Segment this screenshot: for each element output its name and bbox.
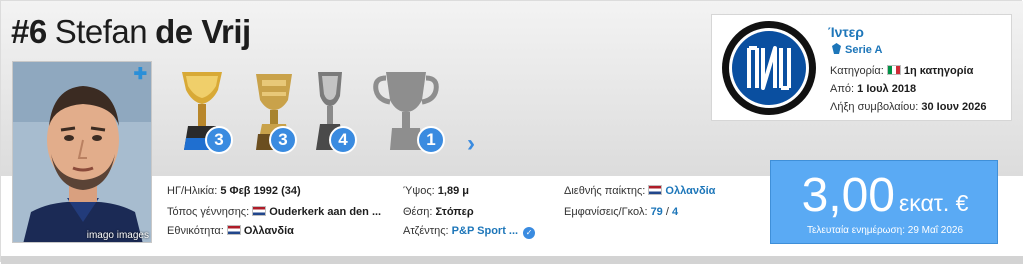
- netherlands-flag-icon: [648, 185, 663, 195]
- league-link[interactable]: Serie A: [832, 43, 883, 56]
- club-since-row: Από: 1 Ιουλ 2018: [830, 83, 916, 95]
- birthplace-label: Τόπος γέννησης:: [167, 206, 250, 218]
- league-name: Serie A: [845, 44, 883, 56]
- dob-row: ΗΓ/Ηλικία: 5 Φεβ 1992 (34): [167, 185, 301, 197]
- trophy-league[interactable]: 3: [172, 68, 242, 158]
- player-photo[interactable]: ✚ imago images: [12, 61, 152, 243]
- trophy-count-badge: 3: [269, 126, 297, 154]
- since-label: Από:: [830, 83, 855, 95]
- market-value-box[interactable]: 3,00 εκατ. € Τελευταία ενημέρωση: 29 Μαΐ …: [770, 160, 998, 244]
- agent-link[interactable]: P&P Sport ...: [452, 225, 518, 237]
- international-label: Διεθνής παίκτης:: [564, 185, 646, 197]
- since-value: 1 Ιουλ 2018: [857, 83, 917, 95]
- nationality-label: Εθνικότητα:: [167, 225, 224, 237]
- agent-row: Ατζέντης: P&P Sport ... ✓: [403, 225, 536, 239]
- nationality-row: Εθνικότητα: Ολλανδία: [167, 225, 294, 237]
- player-last-name: de Vrij: [155, 13, 251, 50]
- trophy-count-badge: 3: [205, 126, 233, 154]
- goals-link[interactable]: 4: [672, 206, 678, 218]
- nationality-value: Ολλανδία: [243, 225, 294, 237]
- position-label: Θέση:: [403, 206, 433, 218]
- player-name-heading: #6 Stefan de Vrij: [11, 12, 251, 52]
- inter-logo-icon[interactable]: [721, 20, 817, 116]
- trophy-count-badge: 1: [417, 126, 445, 154]
- club-info-box: Ίντερ Serie A Κατηγορία: 1η κατηγορία Απ…: [711, 14, 1012, 121]
- market-value-unit: εκατ. €: [898, 190, 969, 216]
- header-bottom-edge: [1, 256, 1023, 264]
- dob-value: 5 Φεβ 1992 (34): [220, 185, 301, 197]
- height-label: Ύψος:: [403, 185, 435, 197]
- international-row: Διεθνής παίκτης: Ολλανδία: [564, 185, 715, 197]
- dob-label: ΗΓ/Ηλικία:: [167, 185, 218, 197]
- player-portrait-image: [13, 62, 151, 242]
- international-team-link[interactable]: Ολλανδία: [665, 185, 715, 197]
- contract-label: Λήξη συμβολαίου:: [830, 101, 919, 113]
- shirt-number: #6: [11, 13, 47, 50]
- serie-a-icon: [832, 43, 841, 54]
- contract-value: 30 Ιουν 2026: [921, 101, 987, 113]
- caps-goals-label: Εμφανίσεις/Γκολ:: [564, 206, 648, 218]
- trophies-next-chevron-icon[interactable]: ›: [467, 130, 475, 158]
- club-name-link[interactable]: Ίντερ: [828, 24, 864, 40]
- trophy-generic[interactable]: 1: [372, 68, 445, 158]
- market-value-updated: Τελευταία ενημέρωση: 29 Μαΐ 2026: [806, 225, 964, 236]
- height-value: 1,89 μ: [437, 185, 469, 197]
- market-value-display: 3,00 εκατ. €: [771, 167, 999, 225]
- caps-goals-row: Εμφανίσεις/Γκολ: 79 / 4: [564, 206, 678, 218]
- position-value: Στόπερ: [435, 206, 474, 218]
- photo-expand-icon[interactable]: ✚: [134, 64, 147, 84]
- agent-label: Ατζέντης:: [403, 225, 449, 237]
- category-value: 1η κατηγορία: [903, 65, 974, 77]
- netherlands-flag-icon: [226, 225, 241, 235]
- height-row: Ύψος: 1,89 μ: [403, 185, 469, 197]
- photo-credit: imago images: [86, 230, 149, 241]
- club-contract-row: Λήξη συμβολαίου: 30 Ιουν 2026: [830, 101, 986, 113]
- club-category-row: Κατηγορία: 1η κατηγορία: [830, 65, 973, 77]
- category-label: Κατηγορία:: [830, 65, 884, 77]
- italy-flag-icon: [886, 65, 901, 75]
- market-value-amount: 3,00: [801, 169, 895, 222]
- trophy-supercup[interactable]: 4: [310, 68, 380, 158]
- caps-link[interactable]: 79: [651, 206, 663, 218]
- position-row: Θέση: Στόπερ: [403, 206, 474, 218]
- netherlands-flag-icon: [252, 206, 267, 216]
- birthplace-value: Ouderkerk aan den ...: [269, 206, 382, 218]
- caps-goals-separator: /: [662, 206, 672, 218]
- verified-check-icon: ✓: [523, 227, 536, 239]
- trophy-count-badge: 4: [329, 126, 357, 154]
- trophy-cup[interactable]: 3: [244, 68, 314, 158]
- player-first-name: Stefan: [54, 13, 148, 50]
- birthplace-row: Τόπος γέννησης: Ouderkerk aan den ...: [167, 206, 381, 218]
